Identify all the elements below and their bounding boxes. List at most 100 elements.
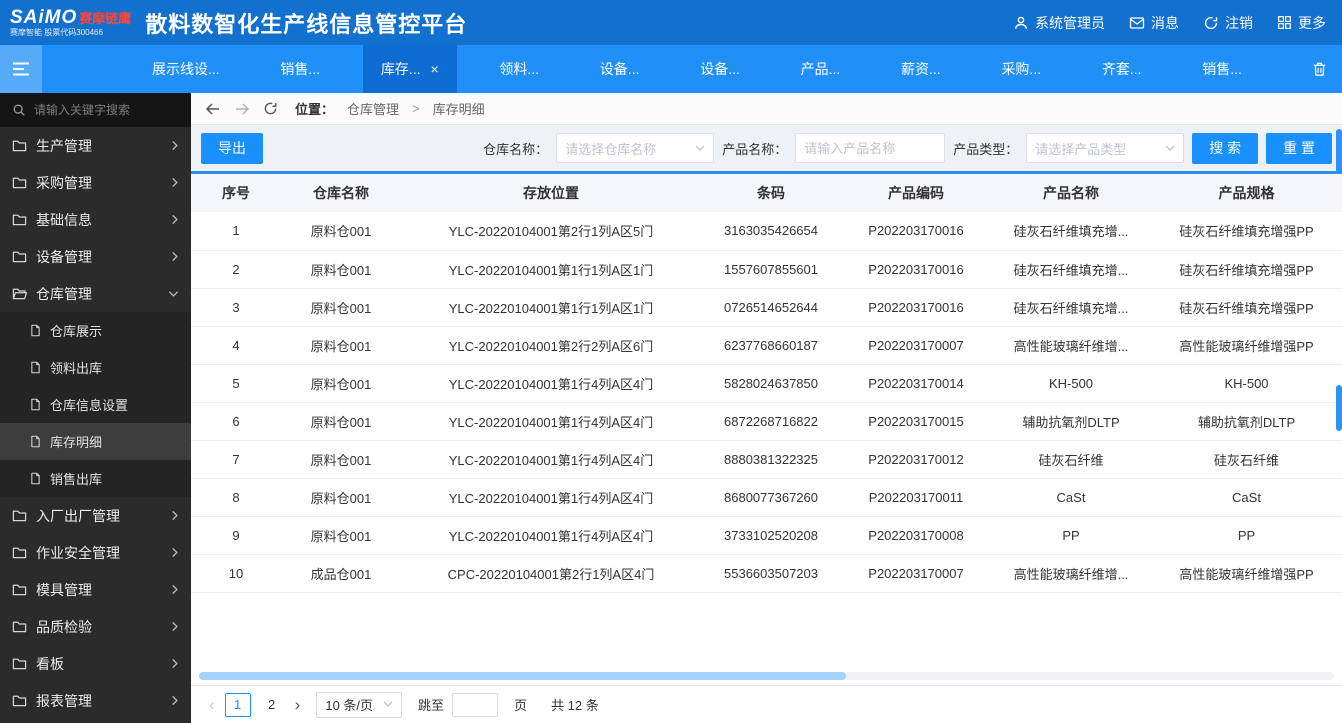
chevron-down-icon [1165,145,1175,152]
tab-label: 产品... [800,61,841,77]
close-all-tabs-button[interactable] [1296,45,1342,93]
sidebar-menu: 生产管理采购管理基础信息 设备管理 仓库管理 仓库展示 领料出库 仓库信息设置 库存明细 销售… [0,127,191,723]
back-icon[interactable] [205,102,221,116]
sidebar-subitem[interactable]: 库存明细 [0,423,191,460]
table-cell: 高性能玻璃纤维增强PP [1151,326,1342,365]
product-name-input[interactable] [804,140,937,156]
table-cell: 5828024637850 [701,364,841,403]
table-cell: 3733102520208 [701,516,841,555]
jump-page-input[interactable] [452,692,499,717]
sidebar-item[interactable]: 作业安全管理 [0,534,191,571]
table-cell: 高性能玻璃纤维增强PP [1151,554,1342,593]
table-cell: P202203170016 [841,288,991,327]
sidebar-item-label: 采购管理 [36,174,92,191]
tab-1[interactable]: 展示线设... [134,45,238,93]
tab-2[interactable]: 销售... [262,45,338,93]
table-row[interactable]: 9 原料仓001 YLC-20220104001第1行4列A区4门 373310252… [191,516,1342,555]
sidebar-subitem[interactable]: 仓库信息设置 [0,386,191,423]
export-button[interactable]: 导出 [201,132,263,164]
table-row[interactable]: 5 原料仓001 YLC-20220104001第1行4列A区4门 582802463… [191,364,1342,403]
folder-icon [12,249,27,264]
horizontal-scrollbar-thumb[interactable] [199,672,846,680]
tab-9[interactable]: 采购... [983,45,1059,93]
page-size-select[interactable]: 10 条/页 [316,691,403,718]
tab-6[interactable]: 设备... [682,45,758,93]
top-header: SAiMO 赛摩链鹰 赛摩智能 股票代码300466 散料数智化生产线信息管控平… [0,0,1342,45]
warehouse-select[interactable]: 请选择仓库名称 [556,133,715,163]
search-button[interactable]: 搜 索 [1192,132,1259,164]
table-row[interactable]: 7 原料仓001 YLC-20220104001第1行4列A区4门 888038132… [191,440,1342,479]
table-cell: 8 [191,478,281,517]
chevron-right-icon [171,251,179,262]
logo: SAiMO 赛摩链鹰 赛摩智能 股票代码300466 [10,8,131,37]
page-number-1[interactable]: 1 [224,692,251,717]
table-cell: YLC-20220104001第1行4列A区4门 [401,440,701,479]
sidebar-item[interactable]: 基础信息 [0,201,191,238]
table-row[interactable]: 2 原料仓001 YLC-20220104001第1行1列A区1门 155760785… [191,250,1342,289]
chevron-right-icon [171,140,179,151]
table-cell: PP [991,516,1151,555]
sidebar-subitem[interactable]: 仓库展示 [0,312,191,349]
tab-5[interactable]: 设备... [582,45,658,93]
tab-4[interactable]: 领料... [481,45,557,93]
table-header-cell: 产品规格 [1151,174,1342,212]
folder-icon [12,212,27,227]
sidebar-item[interactable]: 看板 [0,645,191,682]
reset-button[interactable]: 重 置 [1266,132,1332,164]
refresh-icon[interactable] [263,101,278,116]
sidebar-item[interactable]: 设备管理 [0,238,191,275]
product-type-select[interactable]: 请选择产品类型 [1026,133,1185,163]
sidebar-item[interactable]: 采购管理 [0,164,191,201]
logout-button[interactable]: 注销 [1203,13,1253,33]
user-icon [1013,15,1029,31]
horizontal-scrollbar[interactable] [199,672,1334,680]
tab-8[interactable]: 薪资... [883,45,959,93]
sidebar-item[interactable]: 模具管理 [0,571,191,608]
more-button[interactable]: 更多 [1277,13,1326,33]
sidebar-item[interactable]: 入厂出厂管理 [0,497,191,534]
menu-collapse-button[interactable] [0,45,42,93]
tab-3[interactable]: 库存... × [362,45,457,93]
sidebar-subitem[interactable]: 销售出库 [0,460,191,497]
sidebar-item[interactable]: 生产管理 [0,127,191,164]
forward-icon[interactable] [234,102,250,116]
logout-label: 注销 [1225,14,1253,31]
sidebar: 生产管理采购管理基础信息设备管理仓库管理仓库展示领料出库仓库信息设置库存明细销售… [0,93,191,723]
table-row[interactable]: 4 原料仓001 YLC-20220104001第2行2列A区6门 623776866… [191,326,1342,365]
vertical-scrollbar-thumb-1[interactable] [1336,129,1342,173]
tab-10[interactable]: 齐套... [1084,45,1160,93]
tab-close-icon[interactable]: × [430,61,438,77]
prev-page-button[interactable]: ‹ [207,696,217,713]
table-row[interactable]: 6 原料仓001 YLC-20220104001第1行4列A区4门 687226871… [191,402,1342,441]
document-icon [29,361,42,374]
page-number-2[interactable]: 2 [259,693,285,717]
breadcrumb-parent[interactable]: 仓库管理 [347,99,399,118]
messages-button[interactable]: 消息 [1129,13,1179,33]
table-row[interactable]: 8 原料仓001 YLC-20220104001第1行4列A区4门 868007736… [191,478,1342,517]
table-row[interactable]: 10 成品仓001 CPC-20220104001第2行1列A区4门 55366035… [191,554,1342,593]
chevron-down-icon [383,701,393,708]
sidebar-item-label: 报表管理 [36,692,92,709]
sidebar-item[interactable]: 仓库管理 [0,275,191,312]
table-cell: 硅灰石纤维填充增... [991,288,1151,327]
user-menu[interactable]: 系统管理员 [1013,13,1105,33]
sidebar-search [0,93,191,127]
tab-11[interactable]: 销售... [1184,45,1260,93]
table-row[interactable]: 1 原料仓001 YLC-20220104001第2行1列A区5门 316303542… [191,212,1342,251]
tab-7[interactable]: 产品... [783,45,859,93]
sidebar-item-label: 作业安全管理 [36,544,120,561]
table-cell: 辅助抗氧剂DLTP [1151,402,1342,441]
next-page-button[interactable]: › [293,696,303,713]
table-row[interactable]: 3 原料仓001 YLC-20220104001第1行1列A区1门 072651465… [191,288,1342,327]
sidebar-item[interactable]: 报表管理 [0,682,191,719]
table-cell: 8680077367260 [701,478,841,517]
vertical-scrollbar-thumb-2[interactable] [1336,385,1342,431]
sidebar-item[interactable]: 品质检验 [0,608,191,645]
folder-icon [12,175,27,190]
table-cell: 原料仓001 [281,516,401,555]
warehouse-select-placeholder: 请选择仓库名称 [565,141,657,157]
sidebar-subitem[interactable]: 领料出库 [0,349,191,386]
chevron-down-icon [695,145,705,152]
search-input[interactable] [34,103,179,117]
sidebar-item-label: 看板 [36,655,64,672]
